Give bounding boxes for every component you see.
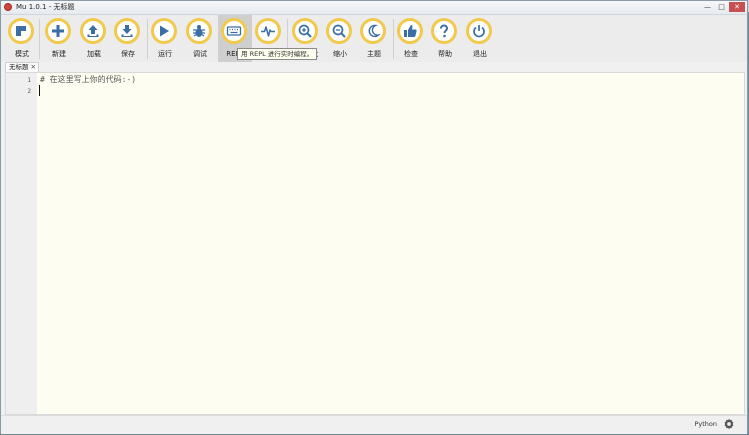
quit-button[interactable]: 退出 <box>463 15 497 62</box>
repl-tooltip: 用 REPL 进行实时编程。 <box>237 48 318 60</box>
theme-button[interactable]: 主题 <box>357 15 391 62</box>
quit-label: 退出 <box>473 50 487 58</box>
status-bar: Python <box>1 415 747 434</box>
mode-icon <box>16 26 26 36</box>
window-title: Mu 1.0.1 - 无标题 <box>16 3 75 11</box>
window-controls: — □ ✕ <box>701 2 745 12</box>
plus-icon <box>52 25 64 37</box>
zoom-out-icon <box>332 24 346 38</box>
new-button[interactable]: 新建 <box>42 15 76 62</box>
tab-label: 无标题 <box>9 63 29 71</box>
line-number: 1 <box>27 77 31 84</box>
gear-icon[interactable] <box>723 418 735 430</box>
toolbar: 模式 新建 加载 保存 运行 调试 REPL 缩小 主题 检查 帮助 退出 <box>1 15 747 63</box>
line-number: 2 <box>27 88 31 95</box>
debug-button[interactable]: 调试 <box>183 15 217 62</box>
question-icon <box>440 24 449 38</box>
run-button[interactable]: 运行 <box>148 15 182 62</box>
pulse-icon <box>261 26 275 37</box>
close-button[interactable]: ✕ <box>729 2 745 12</box>
mode-label: 模式 <box>15 50 29 58</box>
keyboard-icon <box>226 26 242 36</box>
load-button[interactable]: 加载 <box>77 15 111 62</box>
title-bar: Mu 1.0.1 - 无标题 — □ ✕ <box>1 1 747 15</box>
download-icon <box>121 25 133 37</box>
mu-editor-window: Mu 1.0.1 - 无标题 — □ ✕ 模式 新建 加载 保存 运行 调试 R… <box>0 0 748 434</box>
help-button[interactable]: 帮助 <box>428 15 462 62</box>
text-cursor <box>39 85 40 96</box>
zoom-in-icon <box>298 24 312 38</box>
tab-bar: 无标题 ✕ <box>1 62 747 72</box>
code-line[interactable]: # 在这里写上你的代码:-) <box>40 75 136 85</box>
power-icon <box>473 25 485 38</box>
upload-icon <box>87 25 99 37</box>
mode-indicator: Python <box>694 420 717 428</box>
line-number-gutter: 1 2 <box>6 73 37 414</box>
mu-app-icon <box>4 3 12 11</box>
theme-label: 主题 <box>367 50 381 58</box>
code-editor[interactable]: 1 2 # 在这里写上你的代码:-) <box>5 72 745 415</box>
mode-button[interactable]: 模式 <box>5 15 39 62</box>
play-icon <box>160 25 169 37</box>
check-button[interactable]: 检查 <box>394 15 428 62</box>
tab-close-icon[interactable]: ✕ <box>31 63 36 72</box>
save-label: 保存 <box>121 50 135 58</box>
thumbs-up-icon <box>404 25 417 37</box>
zoom-out-button[interactable]: 缩小 <box>323 15 357 62</box>
tab-untitled[interactable]: 无标题 ✕ <box>5 62 39 72</box>
minimize-button[interactable]: — <box>701 2 714 12</box>
bug-icon <box>193 25 205 37</box>
moon-icon <box>368 24 381 38</box>
save-button[interactable]: 保存 <box>111 15 145 62</box>
maximize-button[interactable]: □ <box>715 2 728 12</box>
